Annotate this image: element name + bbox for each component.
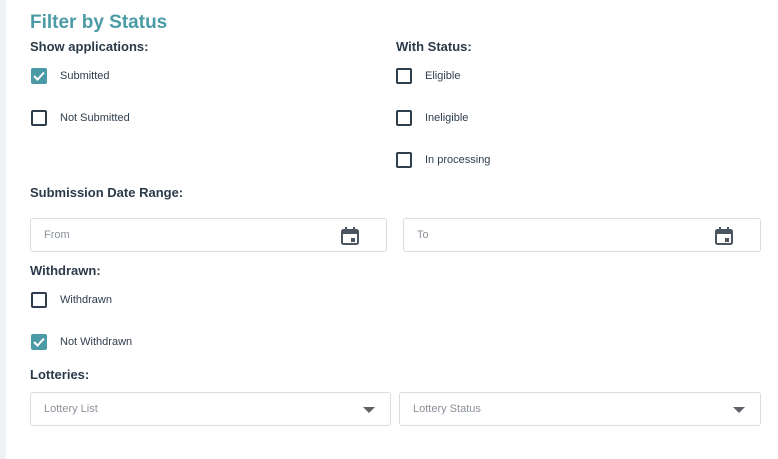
in-processing-checkbox[interactable] [396, 152, 412, 168]
ineligible-label: Ineligible [425, 112, 469, 124]
ineligible-checkbox-row[interactable]: Ineligible [396, 110, 468, 126]
ineligible-checkbox[interactable] [396, 110, 412, 126]
not-withdrawn-checkbox[interactable] [31, 334, 47, 350]
lottery-list-select[interactable]: Lottery List [30, 392, 391, 426]
withdrawn-checkbox-row[interactable]: Withdrawn [31, 292, 112, 308]
page-title: Filter by Status [30, 12, 168, 33]
withdrawn-checkbox[interactable] [31, 292, 47, 308]
lottery-status-select[interactable]: Lottery Status [399, 392, 761, 426]
calendar-icon[interactable] [340, 226, 360, 246]
eligible-label: Eligible [425, 70, 461, 82]
not-submitted-checkbox-row[interactable]: Not Submitted [31, 110, 130, 126]
not-withdrawn-checkbox-row[interactable]: Not Withdrawn [31, 334, 132, 350]
with-status-label: With Status: [396, 39, 472, 54]
from-date-input[interactable] [31, 219, 386, 251]
lottery-status-placeholder: Lottery Status [413, 403, 481, 415]
in-processing-label: In processing [425, 154, 491, 166]
show-applications-label: Show applications: [30, 39, 149, 54]
lotteries-label: Lotteries: [30, 367, 90, 382]
in-processing-checkbox-row[interactable]: In processing [396, 152, 490, 168]
to-date-input[interactable] [404, 219, 760, 251]
chevron-down-icon[interactable] [733, 407, 745, 413]
left-rail [0, 0, 6, 459]
not-withdrawn-label: Not Withdrawn [60, 336, 133, 348]
eligible-checkbox[interactable] [396, 68, 412, 84]
submitted-checkbox[interactable] [31, 68, 47, 84]
calendar-icon[interactable] [714, 226, 734, 246]
not-submitted-label: Not Submitted [60, 112, 130, 124]
date-range-label: Submission Date Range: [30, 185, 184, 200]
from-date-field[interactable] [30, 218, 387, 252]
lottery-list-placeholder: Lottery List [44, 403, 98, 415]
submitted-label: Submitted [60, 70, 110, 82]
withdrawn-label: Withdrawn: [30, 263, 101, 278]
submitted-checkbox-row[interactable]: Submitted [31, 68, 110, 84]
withdrawn-option-label: Withdrawn [60, 294, 112, 306]
chevron-down-icon[interactable] [363, 407, 375, 413]
eligible-checkbox-row[interactable]: Eligible [396, 68, 460, 84]
not-submitted-checkbox[interactable] [31, 110, 47, 126]
to-date-field[interactable] [403, 218, 761, 252]
